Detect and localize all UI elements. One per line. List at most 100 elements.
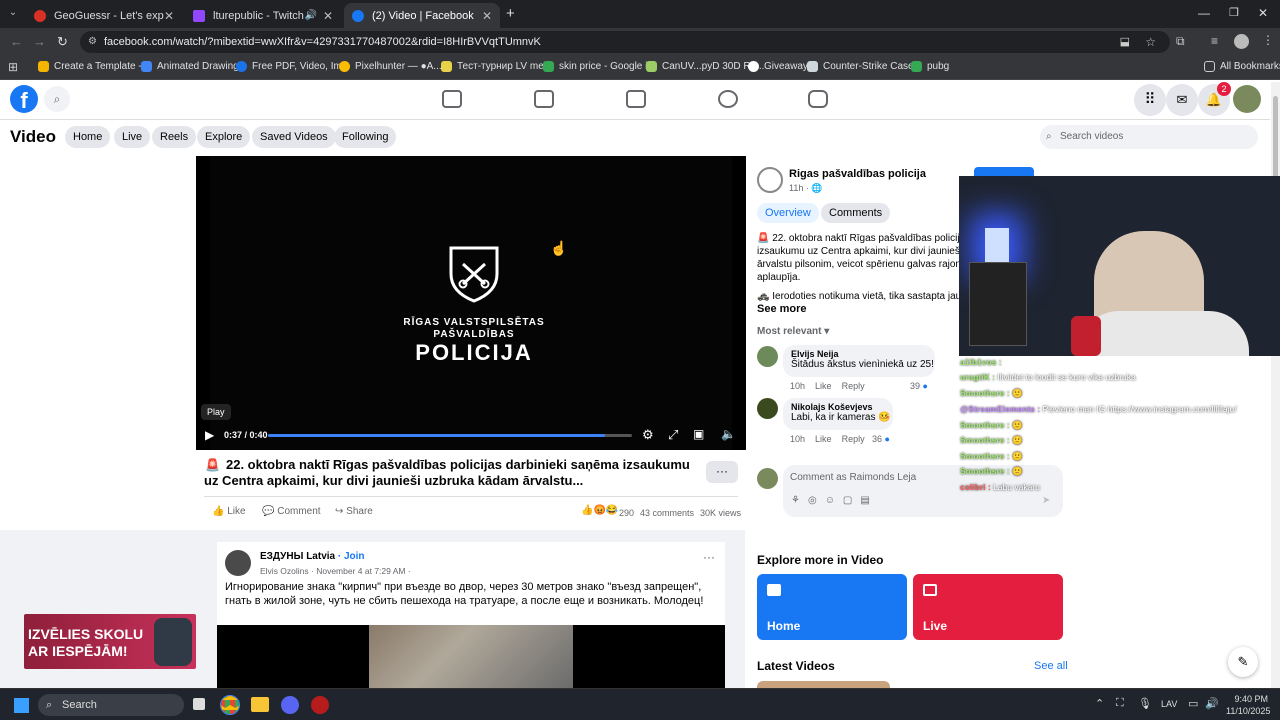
comment-reply-button[interactable]: Reply	[842, 434, 865, 444]
gif-icon[interactable]: ◎	[808, 495, 825, 506]
tray-chevron-icon[interactable]: ⌃	[1095, 697, 1104, 710]
reaction-count[interactable]: 290	[619, 508, 634, 518]
card-live[interactable]: Live	[913, 574, 1063, 640]
settings-icon[interactable]: ⚙	[642, 427, 654, 443]
bookmark-item[interactable]: Pixelhunter — ●A...	[339, 61, 442, 72]
marketplace-icon[interactable]	[626, 90, 646, 108]
menu-grid-icon[interactable]: ⠿	[1134, 84, 1166, 116]
messenger-icon[interactable]: ✉	[1166, 84, 1198, 116]
page-scrollbar[interactable]	[1271, 82, 1280, 688]
comment-reply-button[interactable]: Reply	[842, 381, 865, 391]
gaming-icon[interactable]	[808, 90, 828, 108]
reload-icon[interactable]: ↻	[57, 34, 68, 50]
volume-icon[interactable]: 🔈	[721, 427, 736, 441]
site-info-icon[interactable]: ⚙	[88, 31, 97, 53]
close-icon[interactable]: ✕	[323, 9, 333, 23]
apps-icon[interactable]: ⊞	[8, 60, 18, 74]
reactions-icon[interactable]: 👍😡😂	[581, 505, 618, 516]
see-more-link[interactable]: See more	[757, 303, 807, 315]
commenter-name[interactable]: Nikolajs Koševjevs	[791, 402, 885, 412]
post-options[interactable]: ···	[703, 550, 715, 564]
close-icon[interactable]: ✕	[164, 9, 174, 23]
camera-icon[interactable]: ▢	[843, 495, 860, 506]
menu-icon[interactable]: ⋮	[1262, 33, 1274, 47]
facebook-logo[interactable]: f	[10, 85, 38, 113]
nav-reels[interactable]: Reels	[152, 126, 197, 148]
bookmark-item[interactable]: Тест-турнир LV mei...	[441, 61, 554, 72]
star-icon[interactable]: ☆	[1145, 31, 1156, 53]
bookmark-item[interactable]: Animated Drawings	[141, 61, 244, 72]
all-bookmarks[interactable]: All Bookmarks	[1204, 61, 1280, 72]
clock[interactable]: 9:40 PM 11/10/2025	[1226, 693, 1270, 717]
tab-twitch[interactable]: lturepublic - Twitch 🔊 ✕	[185, 3, 341, 28]
chrome-icon[interactable]	[220, 695, 240, 715]
page-avatar[interactable]	[757, 167, 783, 193]
video-icon[interactable]	[534, 90, 554, 108]
tab-facebook[interactable]: (2) Video | Facebook ✕	[344, 3, 500, 28]
emoji-icon[interactable]: ☺	[825, 495, 843, 506]
file-explorer-icon[interactable]	[251, 697, 269, 712]
account-avatar[interactable]	[1233, 85, 1261, 113]
bookmark-item[interactable]: skin price - Google i...	[543, 61, 656, 72]
commenter-name[interactable]: Elvijs Neija	[791, 349, 927, 359]
post-media[interactable]	[217, 625, 725, 688]
profile-avatar[interactable]	[1234, 34, 1249, 49]
comment-like-button[interactable]: Like	[815, 381, 832, 391]
bookmark-item[interactable]: Counter-Strike Case...	[807, 61, 922, 72]
nav-live[interactable]: Live	[114, 126, 151, 148]
play-button[interactable]: ▶	[205, 428, 214, 442]
back-icon[interactable]: ←	[10, 34, 23, 49]
home-icon[interactable]	[442, 90, 462, 108]
close-window-button[interactable]: ✕	[1258, 6, 1268, 20]
media-icon[interactable]: ≡	[1211, 34, 1218, 48]
nav-home[interactable]: Home	[65, 126, 111, 148]
comments-count[interactable]: 43 comments	[640, 508, 694, 518]
bookmark-item[interactable]: CanUV...pyD 30D Re...	[646, 61, 764, 72]
send-icon[interactable]: ➤	[1042, 495, 1050, 506]
like-button[interactable]: 👍 Like	[212, 506, 246, 517]
see-all-link[interactable]: See all	[1034, 660, 1068, 672]
search-button[interactable]: ⌕	[44, 86, 70, 112]
sticker-icon[interactable]: ▤	[860, 495, 877, 506]
tab-geoguessr[interactable]: GeoGuessr - Let's explore the w ✕	[26, 3, 182, 28]
bookmark-item[interactable]: Giveaway	[748, 61, 808, 72]
install-icon[interactable]: ⬓	[1120, 31, 1130, 53]
video-player[interactable]: RĪGAS VALSTSPILSĒTAS PAŠVALDĪBAS POLICIJ…	[196, 156, 746, 450]
nav-explore[interactable]: Explore	[197, 126, 251, 148]
microphone-icon[interactable]: 🎙	[1138, 697, 1152, 710]
bookmark-item[interactable]: Create a Template -...	[38, 61, 150, 72]
share-button[interactable]: ↪ Share	[335, 506, 373, 517]
extensions-icon[interactable]: ⧉	[1176, 34, 1185, 49]
nav-following[interactable]: Following	[334, 126, 397, 148]
comment-button[interactable]: 💬 Comment	[262, 506, 321, 517]
network-icon[interactable]: ⛶	[1116, 697, 1124, 710]
fullscreen-icon[interactable]: ⤢	[668, 427, 678, 443]
close-icon[interactable]: ✕	[482, 9, 492, 23]
discord-icon[interactable]	[281, 696, 299, 714]
page-name[interactable]: ЕЗДУНЫ Latvia · Join	[260, 551, 365, 562]
display-icon[interactable]: ▭	[1188, 697, 1198, 710]
windows-start-icon[interactable]	[13, 697, 29, 713]
avatar-sticker-icon[interactable]: ⚘	[791, 495, 808, 506]
tab-search-button[interactable]: ⌄	[6, 7, 20, 21]
forward-icon[interactable]: →	[33, 34, 46, 49]
groups-icon[interactable]	[718, 90, 738, 108]
address-bar[interactable]: ⚙ facebook.com/watch/?mibextid=wwXIfr&v=…	[80, 31, 1170, 53]
commenter-avatar[interactable]	[757, 346, 778, 367]
commenter-avatar[interactable]	[757, 398, 778, 419]
page-avatar[interactable]	[225, 550, 251, 576]
progress-track[interactable]	[268, 434, 632, 437]
volume-icon[interactable]: 🔊	[1205, 697, 1219, 710]
latest-video-thumbnail[interactable]	[757, 681, 890, 688]
card-home[interactable]: Home	[757, 574, 907, 640]
maximize-button[interactable]: ❐	[1229, 6, 1239, 19]
pip-icon[interactable]: ▣	[693, 427, 704, 441]
nav-saved-videos[interactable]: Saved Videos	[252, 126, 336, 148]
page-name[interactable]: Rigas pašvaldības policija	[789, 168, 926, 180]
comment-like-button[interactable]: Like	[815, 434, 832, 444]
tab-overview[interactable]: Overview	[757, 203, 819, 223]
taskbar-search[interactable]: ⌕ Search	[38, 694, 184, 716]
ad-banner[interactable]: IZVĒLIES SKOLU AR IESPĒJĀM!	[24, 614, 196, 669]
minimize-button[interactable]: —	[1198, 6, 1210, 20]
search-videos-input[interactable]: ⌕ Search videos	[1040, 125, 1258, 149]
